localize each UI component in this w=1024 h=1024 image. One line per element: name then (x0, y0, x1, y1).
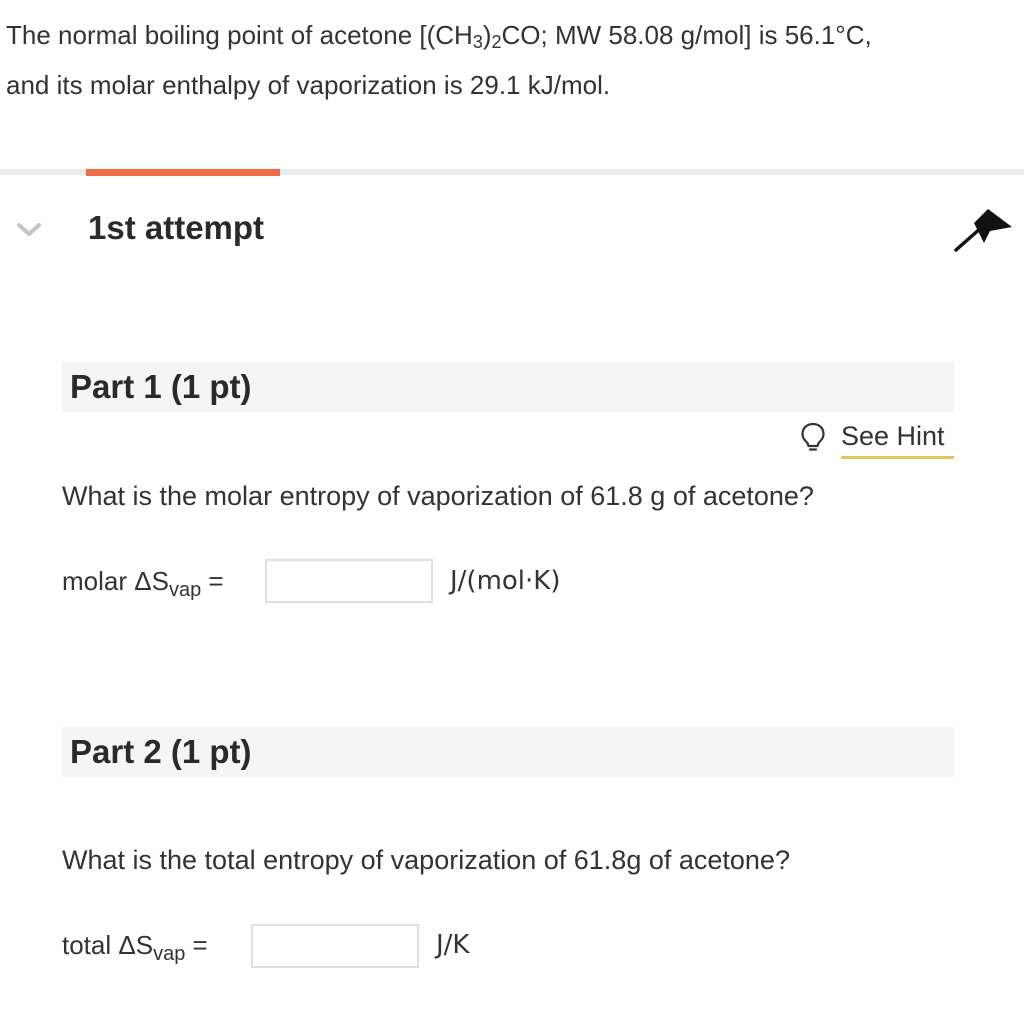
hint-underline (841, 456, 954, 459)
subscript: 2 (491, 32, 502, 52)
part-2-unit: J/K (436, 930, 470, 960)
molar-entropy-input[interactable] (265, 559, 433, 603)
flag-icon[interactable] (952, 205, 1014, 253)
subscript: 3 (472, 32, 483, 52)
equals-sign: = (201, 566, 224, 596)
see-hint-label[interactable]: See Hint (841, 418, 945, 454)
active-tab-indicator (86, 169, 280, 176)
part-1-title: Part 1 (1 pt) (70, 368, 252, 405)
chevron-down-icon[interactable] (16, 222, 42, 238)
part-1-unit: J/(mol·K) (450, 566, 561, 596)
problem-line-2: and its molar enthalpy of vaporization i… (6, 70, 611, 100)
part-2-question: What is the total entropy of vaporizatio… (62, 845, 790, 875)
part-1-header: Part 1 (1 pt) (62, 362, 954, 412)
problem-statement: The normal boiling point of acetone [(CH… (6, 10, 1016, 110)
answer-label-subscript: vap (153, 943, 186, 965)
answer-label-text: total ΔS (62, 930, 154, 960)
equals-sign: = (185, 930, 208, 960)
see-hint-button[interactable]: See Hint (800, 418, 954, 460)
part-2-title: Part 2 (1 pt) (70, 733, 252, 770)
answer-label-text: molar ΔS (62, 566, 169, 596)
attempt-title: 1st attempt (88, 209, 265, 246)
problem-text: CO; MW 58.08 g/mol] is 56.1°C, (501, 20, 872, 50)
problem-line-1: The normal boiling point of acetone [(CH… (6, 10, 1016, 60)
part-2-header: Part 2 (1 pt) (62, 727, 954, 777)
part-1-question: What is the molar entropy of vaporizatio… (62, 481, 814, 511)
problem-text: The normal boiling point of acetone [(CH (6, 20, 473, 50)
problem-text: ) (482, 20, 492, 50)
lightbulb-icon (801, 422, 825, 451)
answer-label-subscript: vap (168, 579, 202, 601)
part-1-answer-label: molar ΔSvap = (62, 563, 224, 601)
total-entropy-input[interactable] (251, 924, 419, 968)
part-2-answer-label: total ΔSvap = (62, 927, 208, 965)
